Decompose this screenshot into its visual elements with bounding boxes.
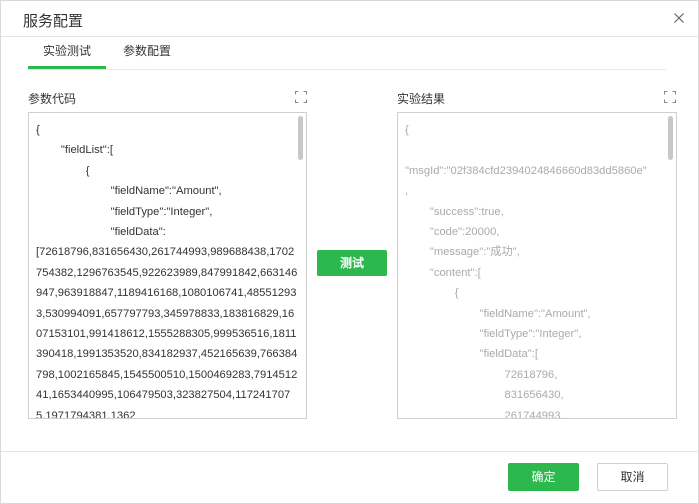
test-button[interactable]: 测试 [317, 250, 387, 276]
tab-bar: 实验测试 参数配置 [28, 41, 666, 70]
close-icon[interactable] [670, 9, 688, 27]
tab-experiment-test[interactable]: 实验测试 [28, 41, 106, 69]
dialog-title: 服务配置 [23, 13, 84, 30]
dialog-footer [1, 451, 698, 503]
result-scrollbar[interactable] [667, 114, 675, 417]
result-scroll-thumb[interactable] [668, 116, 673, 160]
params-label: 参数代码 [28, 92, 77, 106]
dialog-titlebar: 服务配置 [1, 1, 698, 37]
service-config-dialog: 服务配置 实验测试 参数配置 参数代码 { "fieldList":[ { "f… [0, 0, 699, 504]
params-code-text: { "fieldList":[ { "fieldName":"Amount", … [36, 124, 298, 419]
tab-param-config[interactable]: 参数配置 [114, 41, 180, 69]
fullscreen-icon[interactable] [295, 90, 307, 103]
cancel-button[interactable]: 取消 [597, 463, 668, 491]
params-scroll-thumb[interactable] [298, 116, 303, 160]
result-label: 实验结果 [397, 92, 446, 106]
result-code-text: { "msgId":"02f384cfd2394024846660d83dd58… [405, 124, 647, 419]
ok-button[interactable]: 确定 [508, 463, 579, 491]
fullscreen-icon[interactable] [664, 90, 676, 103]
params-code-editor[interactable]: { "fieldList":[ { "fieldName":"Amount", … [28, 112, 307, 419]
params-scrollbar[interactable] [297, 114, 305, 417]
result-code-viewer[interactable]: { "msgId":"02f384cfd2394024846660d83dd58… [397, 112, 677, 419]
